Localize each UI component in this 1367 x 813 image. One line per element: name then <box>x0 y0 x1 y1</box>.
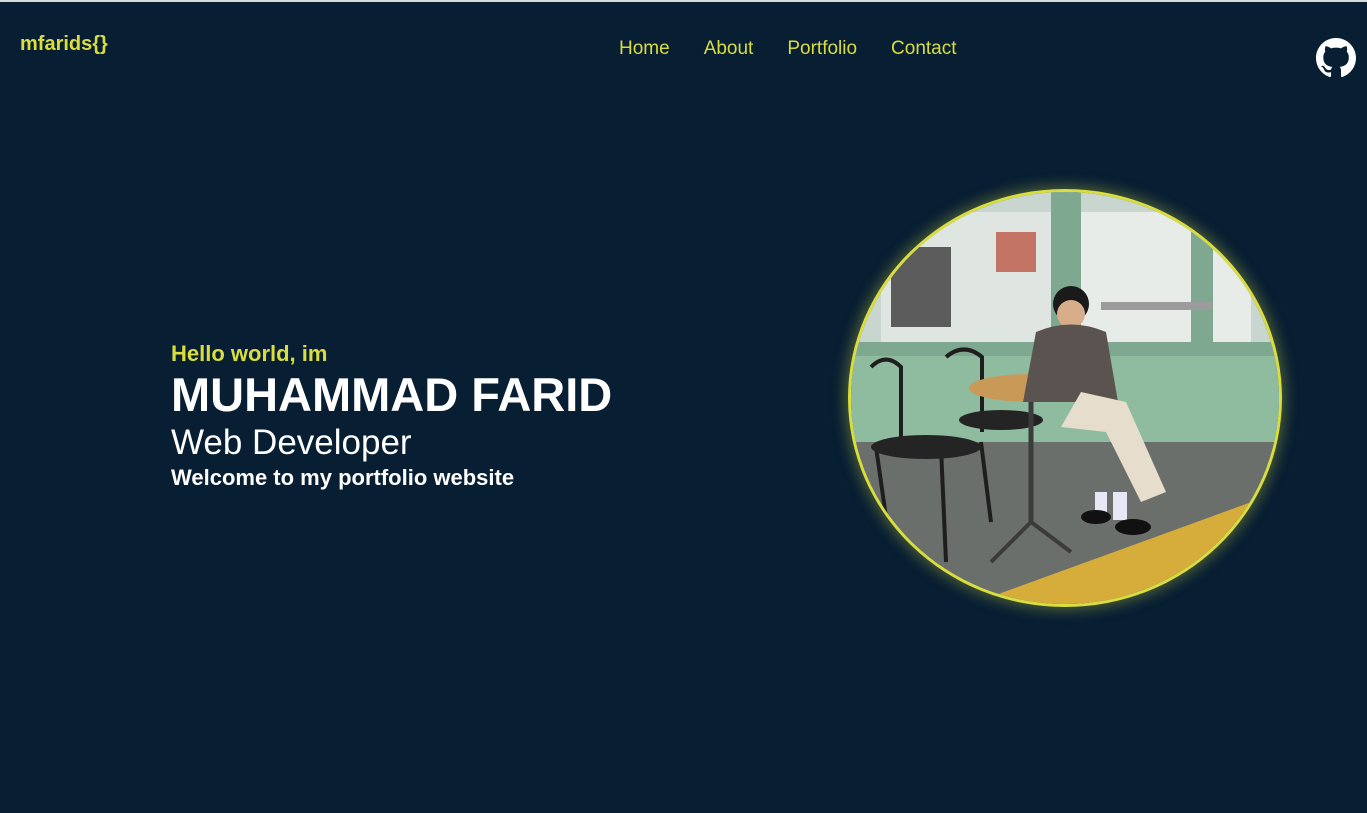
nav-link-contact[interactable]: Contact <box>891 38 956 60</box>
hero-intro: Hello world, im MUHAMMAD FARID Web Devel… <box>171 340 612 492</box>
profile-photo <box>848 189 1282 607</box>
hero-welcome: Welcome to my portfolio website <box>171 465 515 490</box>
hero-role: Web Developer <box>171 423 412 462</box>
github-link[interactable] <box>1316 38 1356 78</box>
github-icon <box>1316 38 1356 78</box>
hero-name: MUHAMMAD FARID <box>171 368 613 421</box>
nav-link-portfolio[interactable]: Portfolio <box>787 38 857 60</box>
nav-link-about[interactable]: About <box>704 38 754 60</box>
top-border <box>0 0 1367 2</box>
main-nav: Home About Portfolio Contact <box>619 38 957 60</box>
nav-link-home[interactable]: Home <box>619 38 670 60</box>
hero-greeting: Hello world, im <box>171 341 328 366</box>
site-logo[interactable]: mfarids{} <box>20 33 108 56</box>
profile-photo-illustration <box>851 192 1279 604</box>
